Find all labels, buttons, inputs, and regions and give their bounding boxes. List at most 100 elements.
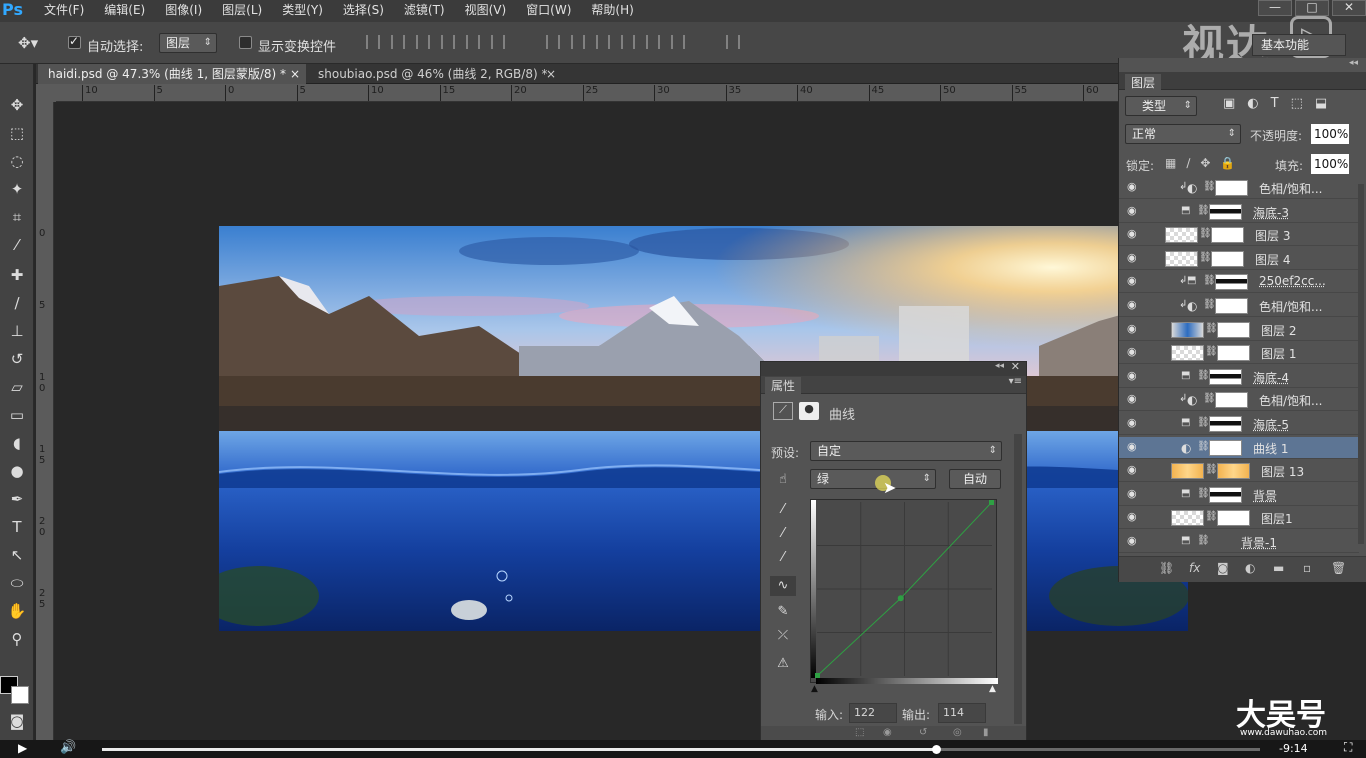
path-select-icon[interactable]: ↖ — [5, 544, 29, 566]
video-progress-knob[interactable] — [932, 745, 941, 754]
mask-link-icon[interactable]: ⛓ — [1197, 488, 1210, 499]
layer-row[interactable]: ◉↲⛓图层 1 — [1119, 342, 1359, 364]
curve-control-point[interactable] — [898, 595, 904, 601]
quick-mask-icon[interactable]: ◙ — [5, 710, 29, 732]
delete-icon[interactable]: ▮ — [983, 727, 989, 738]
visibility-eye-icon[interactable]: ◉ — [1127, 371, 1141, 381]
background-color-swatch[interactable] — [11, 686, 29, 704]
visibility-eye-icon[interactable]: ◉ — [1127, 300, 1141, 310]
align-top-icon[interactable] — [366, 35, 380, 49]
white-end-point[interactable] — [989, 500, 994, 505]
history-brush-icon[interactable]: ↺ — [5, 348, 29, 370]
align-hcenter-icon[interactable] — [466, 35, 480, 49]
layer-row[interactable]: ◉ ⬒ ⛓ 背景 — [1119, 484, 1359, 506]
fx-icon[interactable]: fx — [1189, 561, 1200, 575]
brush-icon[interactable]: ∕ — [5, 292, 29, 314]
lasso-icon[interactable]: ◌ — [5, 150, 29, 172]
menu-item-0[interactable]: 文件(F) — [44, 0, 93, 22]
close-tab-icon[interactable]: × — [290, 64, 300, 84]
close-panel-icon[interactable]: ✕ — [1011, 360, 1020, 373]
fill-input[interactable]: 100% — [1311, 154, 1349, 174]
visibility-eye-icon[interactable]: ◉ — [1127, 489, 1141, 499]
visibility-eye-icon[interactable]: ◉ — [1127, 536, 1141, 546]
mask-link-icon[interactable]: ⛓ — [1205, 511, 1218, 522]
channel-dropdown[interactable]: 绿 — [810, 469, 936, 489]
mask-link-icon[interactable]: ⛓ — [1203, 275, 1216, 286]
preset-dropdown[interactable]: 自定 — [810, 441, 1002, 461]
mask-link-icon[interactable]: ⛓ — [1203, 393, 1216, 404]
trash-icon[interactable]: 🗑 — [1331, 561, 1346, 575]
stamp-icon[interactable]: ⊥ — [5, 320, 29, 342]
black-slider-handle[interactable]: ▲ — [811, 684, 818, 694]
canvas-artwork[interactable] — [219, 226, 1188, 631]
distribute-vcenter-icon[interactable] — [571, 35, 585, 49]
curves-svg[interactable] — [811, 500, 998, 684]
mask-link-icon[interactable]: ⛓ — [1203, 299, 1216, 310]
menu-item-9[interactable]: 帮助(H) — [591, 0, 642, 22]
mask-link-icon[interactable]: ⛓ — [1199, 252, 1212, 263]
type-icon[interactable]: T — [5, 516, 29, 538]
visibility-eye-icon[interactable]: ◉ — [1127, 442, 1141, 452]
magic-wand-icon[interactable]: ✦ — [5, 178, 29, 200]
healing-icon[interactable]: ✚ — [5, 264, 29, 286]
visibility-eye-icon[interactable]: ◉ — [1127, 418, 1141, 428]
visibility-eye-icon[interactable]: ◉ — [1127, 347, 1141, 357]
layer-row[interactable]: ◉↲⛓图层 13 — [1119, 460, 1359, 482]
layer-row[interactable]: ◉ ↲ ◐ ⛓ 色相/饱和... — [1119, 177, 1359, 199]
target-adjust-hand-icon[interactable]: ☝ — [770, 470, 796, 490]
pen-icon[interactable]: ✒ — [5, 488, 29, 510]
marquee-icon[interactable]: ⬚ — [5, 122, 29, 144]
maximize-button[interactable]: □ — [1295, 0, 1329, 16]
align-left-icon[interactable] — [441, 35, 455, 49]
layer-row[interactable]: ◉ ↲ ⬒ ⛓ 250ef2cc... — [1119, 271, 1359, 293]
layer-row[interactable]: ◉ ⬒ ⛓ 海底-4 — [1119, 366, 1359, 388]
dodge-icon[interactable]: ● — [5, 460, 29, 482]
layer-filter-dropdown[interactable]: 类型 — [1125, 96, 1197, 116]
zoom-icon[interactable]: ⚲ — [5, 628, 29, 650]
visibility-eye-icon[interactable]: ◉ — [1127, 182, 1141, 192]
output-value-field[interactable]: 114 — [938, 703, 986, 723]
visibility-eye-icon[interactable]: ◉ — [1127, 253, 1141, 263]
layers-tab[interactable]: 图层 — [1125, 74, 1161, 91]
curve-point-tool-icon[interactable]: ∿ — [770, 576, 796, 596]
workspace-switcher[interactable]: 基本功能 — [1252, 34, 1346, 56]
layer-row[interactable]: ◉ ⬒ ⛓ 背景-1 — [1119, 531, 1359, 553]
visibility-eye-icon[interactable]: ◉ — [1127, 276, 1141, 286]
curves-graph[interactable] — [810, 499, 997, 683]
pencil-draw-icon[interactable]: ✎ — [770, 602, 796, 622]
mask-thumbnail[interactable] — [1215, 392, 1248, 408]
menu-item-2[interactable]: 图像(I) — [165, 0, 211, 22]
crop-icon[interactable]: ⌗ — [5, 206, 29, 228]
filter-icons[interactable]: ▣◐T⬚⬓ — [1223, 96, 1339, 111]
layer-row[interactable]: ◉ ⛓ 图层 4 — [1119, 248, 1359, 270]
distribute-right-icon[interactable] — [671, 35, 685, 49]
auto-align-icon[interactable] — [726, 35, 740, 49]
eyedropper-icon[interactable]: ⁄ — [5, 234, 29, 256]
visibility-eye-icon[interactable]: ◉ — [1127, 465, 1141, 475]
eraser-icon[interactable]: ▱ — [5, 376, 29, 398]
reset-icon[interactable]: ↺ — [919, 727, 927, 738]
mask-link-icon[interactable]: ⛓ — [1197, 417, 1210, 428]
move-icon[interactable]: ✥ — [5, 94, 29, 116]
distribute-left-icon[interactable] — [621, 35, 635, 49]
menu-item-7[interactable]: 视图(V) — [465, 0, 516, 22]
show-transform-checkbox[interactable] — [239, 36, 252, 49]
white-slider-handle[interactable]: ▲ — [989, 684, 996, 694]
mask-link-icon[interactable]: ⛓ — [1197, 205, 1210, 216]
mask-thumbnail[interactable] — [1217, 463, 1250, 479]
clipping-warning-icon[interactable]: ⚠ — [770, 654, 796, 674]
clip-to-layer-icon[interactable]: ⬚ — [855, 727, 864, 738]
layer-row[interactable]: ◉ ⬒ ⛓ 海底-5 — [1119, 413, 1359, 435]
visibility-eye-icon[interactable]: ◉ — [1127, 206, 1141, 216]
mask-thumbnail[interactable] — [1211, 227, 1244, 243]
move-tool-icon[interactable]: ✥▾ — [18, 34, 38, 52]
mask-link-icon[interactable]: ⛓ — [1197, 370, 1210, 381]
mask-link-icon[interactable]: ⛓ — [1203, 181, 1216, 192]
gray-point-eyedropper-icon[interactable]: ⁄ — [770, 524, 796, 544]
opacity-input[interactable]: 100% — [1311, 124, 1349, 144]
layer-row[interactable]: ◉↲⛓图层1 — [1119, 507, 1359, 529]
mask-thumbnail[interactable] — [1211, 251, 1244, 267]
blur-icon[interactable]: ◖ — [5, 432, 29, 454]
lock-icons[interactable]: ▦∕✥🔒 — [1165, 156, 1245, 170]
mask-link-icon[interactable]: ⛓ — [1205, 464, 1218, 475]
